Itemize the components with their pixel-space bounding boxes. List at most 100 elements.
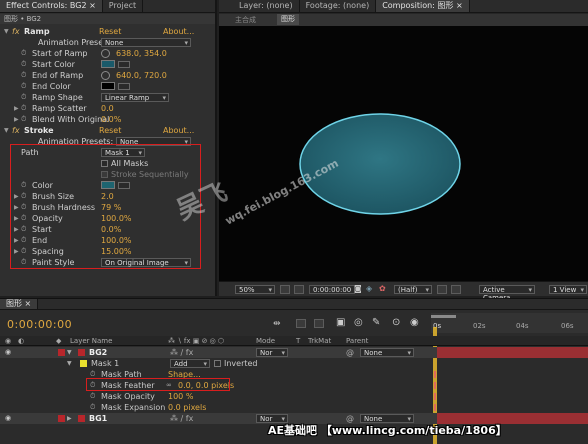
label-color-swatch[interactable] xyxy=(58,415,65,422)
tab-footage[interactable]: Footage: (none) xyxy=(300,0,377,12)
stopwatch-icon[interactable]: ⏱ xyxy=(21,48,26,59)
rect-icon[interactable] xyxy=(294,285,304,294)
visibility-icon[interactable]: ◉ xyxy=(5,347,11,358)
expand-right-icon[interactable]: ▶ xyxy=(14,114,19,125)
tab-project[interactable]: Project xyxy=(103,0,144,12)
mask-mode-dropdown[interactable]: Add xyxy=(170,359,210,368)
about-link[interactable]: About... xyxy=(163,125,194,136)
param-value[interactable]: 0.0 xyxy=(101,103,114,114)
tab-composition[interactable]: Composition: 图形 × xyxy=(376,0,470,12)
effect-stroke-header[interactable]: ▼ fx Stroke Reset About... xyxy=(0,125,215,136)
param-label: Ramp Shape xyxy=(32,93,83,102)
layer-name[interactable]: BG1 xyxy=(89,413,107,424)
viewer-timecode[interactable]: 0:00:00:00 xyxy=(309,285,356,294)
stopwatch-icon[interactable]: ⏱ xyxy=(90,402,95,413)
mode-dropdown[interactable]: Nor xyxy=(256,348,288,357)
draft-3d-icon[interactable] xyxy=(296,319,306,328)
close-icon[interactable]: × xyxy=(25,299,32,308)
layer-duration-bar[interactable] xyxy=(437,347,588,358)
live-update-icon[interactable]: ◉ xyxy=(410,317,419,328)
switch-icons[interactable]: ⁂ ∕ fx xyxy=(170,413,193,424)
comp-tab-shape[interactable]: 图形 xyxy=(277,14,299,25)
tab-timeline[interactable]: 图形 × xyxy=(0,299,39,309)
keyframe-marker[interactable] xyxy=(434,404,436,411)
reset-link[interactable]: Reset xyxy=(99,125,121,136)
property-value[interactable]: 0.0 pixels xyxy=(168,402,206,413)
tab-layer[interactable]: Layer: (none) xyxy=(219,0,300,12)
color-swatch[interactable] xyxy=(101,82,115,90)
column-parent[interactable]: Parent xyxy=(346,336,368,346)
view-layout-dropdown[interactable]: 1 View xyxy=(549,285,587,294)
eyedropper-icon[interactable] xyxy=(118,83,130,90)
mask-name[interactable]: Mask 1 xyxy=(91,358,119,369)
keyframe-marker[interactable] xyxy=(434,393,436,400)
layer-row[interactable]: ◉ ▼ BG2 ⁂ ∕ fx Nor @ None xyxy=(0,347,588,358)
column-trkmat[interactable]: TrkMat xyxy=(308,336,331,346)
layer-name[interactable]: BG2 xyxy=(89,347,107,358)
column-layer-name[interactable]: Layer Name xyxy=(70,336,112,346)
keyframe-marker[interactable] xyxy=(434,382,436,389)
column-t[interactable]: T xyxy=(296,336,300,346)
stopwatch-icon[interactable]: ⏱ xyxy=(90,391,95,402)
mask-color-swatch[interactable] xyxy=(80,360,87,367)
expand-right-icon[interactable]: ▶ xyxy=(67,413,72,424)
color-swatch[interactable] xyxy=(101,60,115,68)
graph-editor-icon[interactable]: ⊙ xyxy=(392,317,400,328)
column-mode[interactable]: Mode xyxy=(256,336,275,346)
viewer-canvas[interactable]: wq.fei.blog.163.com 吴飞 xyxy=(172,26,588,281)
visibility-icon[interactable]: ◉ xyxy=(5,413,11,424)
stopwatch-icon[interactable]: ⏱ xyxy=(21,81,26,92)
motion-blur-icon[interactable]: ◎ xyxy=(354,317,363,328)
comp-tab-main[interactable]: 主合成 xyxy=(235,15,256,25)
stopwatch-icon[interactable]: ⏱ xyxy=(21,114,26,125)
ramp-shape-dropdown[interactable]: Linear Ramp xyxy=(101,93,169,102)
eyedropper-icon[interactable] xyxy=(118,61,130,68)
param-row: ⏱ Start Color xyxy=(0,59,215,70)
switch-icons[interactable]: ⁂ ∕ fx xyxy=(170,347,193,358)
expand-right-icon[interactable]: ▶ xyxy=(14,103,19,114)
grid-icon[interactable] xyxy=(280,285,290,294)
expand-down-icon[interactable]: ▼ xyxy=(4,26,9,37)
inverted-checkbox[interactable] xyxy=(214,360,221,367)
param-value[interactable]: 640.0, 720.0 xyxy=(116,70,167,81)
comp-mini-flow-icon[interactable]: ⇹ xyxy=(273,319,281,329)
snapshot-icon[interactable]: ◙ xyxy=(354,284,362,293)
work-area-bar[interactable] xyxy=(431,315,456,318)
timeline-timecode[interactable]: 0:00:00:00 xyxy=(7,318,72,331)
param-value[interactable]: 0.0% xyxy=(101,114,121,125)
close-icon[interactable]: × xyxy=(456,1,463,10)
crosshair-icon[interactable] xyxy=(101,71,110,80)
hide-shy-icon[interactable] xyxy=(314,319,324,328)
effect-ramp-header[interactable]: ▼ fx Ramp Reset About... xyxy=(0,26,215,37)
frame-blending-icon[interactable]: ▣ xyxy=(336,317,345,328)
expand-down-icon[interactable]: ▼ xyxy=(67,358,72,369)
animation-presets-dropdown[interactable]: None xyxy=(101,38,191,47)
param-value[interactable]: 638.0, 354.0 xyxy=(116,48,167,59)
transparency-grid-icon[interactable] xyxy=(451,285,461,294)
pickwhip-icon[interactable]: @ xyxy=(346,347,354,358)
expand-down-icon[interactable]: ▼ xyxy=(67,347,72,358)
reset-link[interactable]: Reset xyxy=(99,26,121,37)
stopwatch-icon[interactable]: ⏱ xyxy=(21,92,26,103)
keyframe-marker[interactable] xyxy=(434,371,436,378)
stopwatch-icon[interactable]: ⏱ xyxy=(21,103,26,114)
crosshair-icon[interactable] xyxy=(101,49,110,58)
about-link[interactable]: About... xyxy=(163,26,194,37)
close-icon[interactable]: × xyxy=(89,1,96,10)
brainstorm-icon[interactable]: ✎ xyxy=(372,317,380,328)
time-ruler[interactable]: 0s 02s 04s 06s xyxy=(431,313,588,333)
mask-row[interactable]: ▼ Mask 1 Add Inverted xyxy=(0,358,588,369)
label-color-swatch[interactable] xyxy=(58,349,65,356)
show-snapshot-icon[interactable]: ◈ xyxy=(366,284,372,293)
property-value[interactable]: 100 % xyxy=(168,391,193,402)
stopwatch-icon[interactable]: ⏱ xyxy=(21,70,26,81)
roi-icon[interactable] xyxy=(437,285,447,294)
zoom-dropdown[interactable]: 50% xyxy=(235,285,275,294)
stopwatch-icon[interactable]: ⏱ xyxy=(21,59,26,70)
resolution-dropdown[interactable]: (Half) xyxy=(394,285,432,294)
tab-effect-controls[interactable]: Effect Controls: BG2 × xyxy=(0,0,103,12)
channel-icon[interactable]: ✿ xyxy=(379,284,386,293)
expand-down-icon[interactable]: ▼ xyxy=(4,125,9,136)
camera-dropdown[interactable]: Active Camera xyxy=(479,285,535,302)
parent-dropdown[interactable]: None xyxy=(360,348,414,357)
